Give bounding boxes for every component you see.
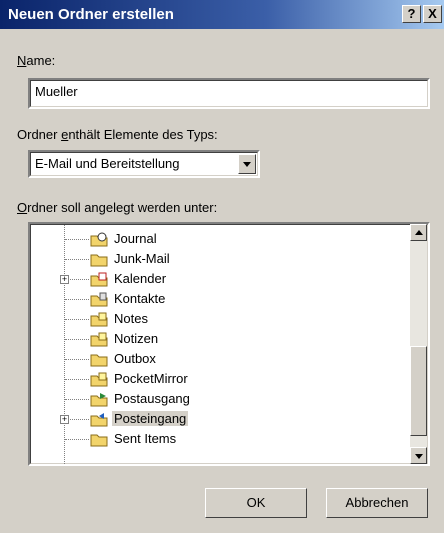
tree-item-outbox[interactable]: Outbox [28, 350, 408, 370]
tree-item-label: Kontakte [114, 291, 166, 306]
expand-icon[interactable]: + [60, 415, 69, 424]
tree-connector [65, 399, 89, 400]
tree-item-junk-mail[interactable]: Junk-Mail [28, 250, 408, 270]
tree-connector [65, 299, 89, 300]
new-folder-dialog: Neuen Ordner erstellen ? X Name: Mueller… [0, 0, 444, 533]
tree-item-pocketmirror[interactable]: PocketMirror [28, 370, 408, 390]
help-button[interactable]: ? [402, 5, 421, 23]
chevron-up-icon [415, 230, 423, 235]
tree-item-label: Posteingang [112, 411, 189, 426]
folder-tree-viewport: Journal Junk-Mail + Kalender Kontakte Notes No… [28, 222, 429, 466]
tree-item-posteingang[interactable]: + Posteingang [28, 410, 408, 430]
tree-item-label: Outbox [114, 351, 156, 366]
chevron-down-icon [243, 162, 251, 167]
tree-connector [65, 439, 89, 440]
tree-item-notes[interactable]: Notes [28, 310, 408, 330]
scroll-thumb[interactable] [410, 346, 427, 436]
expand-icon[interactable]: + [60, 275, 69, 284]
type-label: Ordner enthält Elemente des Typs: [17, 127, 218, 142]
tree-item-label: Journal [114, 231, 157, 246]
close-button[interactable]: X [423, 5, 442, 23]
tree-item-label: Notes [114, 311, 148, 326]
tree-item-label: Kalender [114, 271, 167, 286]
note-folder-icon [90, 332, 108, 347]
tree-item-sent-items[interactable]: Sent Items [28, 430, 408, 450]
tree-item-label: Junk-Mail [114, 251, 170, 266]
tree-connector [65, 359, 89, 360]
tree-item-label: Postausgang [114, 391, 190, 406]
ok-button[interactable]: OK [205, 488, 307, 518]
tree-item-postausgang[interactable]: Postausgang [28, 390, 408, 410]
dialog-title: Neuen Ordner erstellen [8, 6, 174, 23]
title-bar: Neuen Ordner erstellen ? X [0, 0, 444, 29]
folder-icon [90, 252, 108, 267]
type-select[interactable]: E-Mail und Bereitstellung [28, 150, 260, 178]
tree-connector [65, 379, 89, 380]
tree-item-notizen[interactable]: Notizen [28, 330, 408, 350]
journal-icon [90, 232, 108, 247]
tree-item-label: Sent Items [114, 431, 177, 446]
cancel-button[interactable]: Abbrechen [326, 488, 428, 518]
location-label: Ordner soll angelegt werden unter: [17, 200, 218, 215]
outbox-icon [90, 392, 108, 407]
tree-scrollbar[interactable] [410, 224, 427, 464]
tree-connector [65, 239, 89, 240]
type-select-value: E-Mail und Bereitstellung [35, 156, 180, 171]
tree-item-kalender[interactable]: + Kalender [28, 270, 408, 290]
calendar-icon [90, 272, 108, 287]
name-input-value: Mueller [35, 84, 78, 99]
scroll-down-button[interactable] [410, 447, 427, 464]
chevron-down-icon [415, 454, 423, 459]
tree-item-kontakte[interactable]: Kontakte [28, 290, 408, 310]
note-folder-icon [90, 372, 108, 387]
tree-item-label: Notizen [114, 331, 159, 346]
folder-icon [90, 432, 108, 447]
contacts-icon [90, 292, 108, 307]
tree-item-label: PocketMirror [114, 371, 188, 386]
tree-connector [65, 259, 89, 260]
name-input[interactable]: Mueller [28, 78, 430, 109]
name-label: Name: [17, 53, 56, 68]
tree-connector [65, 339, 89, 340]
tree-item-journal[interactable]: Journal [28, 230, 408, 250]
tree-connector [65, 319, 89, 320]
scroll-up-button[interactable] [410, 224, 427, 241]
folder-icon [90, 352, 108, 367]
inbox-icon [90, 412, 108, 427]
note-folder-icon [90, 312, 108, 327]
type-dropdown-button[interactable] [238, 154, 256, 174]
